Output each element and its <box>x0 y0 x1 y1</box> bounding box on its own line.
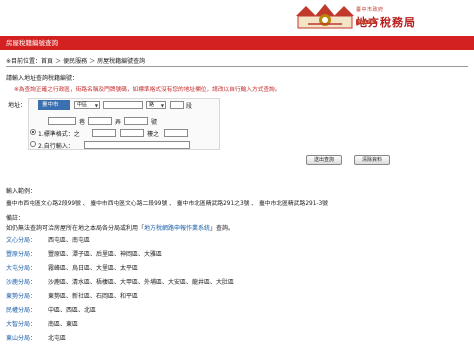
form-heading: 請輸入地址查詢稅籍編號： <box>6 75 79 82</box>
office-areas: 霧峰區、烏日區、大里區、太平區 <box>48 265 139 272</box>
bureau-small-label: 臺中市政府 <box>356 7 384 13</box>
office-areas: 北屯區 <box>48 335 67 342</box>
breadcrumb: ※目前位置：首頁＞便民服務＞房屋稅籍編號查詢 <box>6 58 146 65</box>
bureau-en: T C L T B <box>356 20 376 24</box>
floor-sub-input[interactable] <box>164 129 188 137</box>
office-areas: 豐原區、潭子區、后里區、神岡區、大雅區 <box>48 251 163 258</box>
office-name[interactable]: 豐原分局： <box>6 249 36 258</box>
tax-system-link[interactable]: 地方稅網路申報作業系統 <box>144 225 210 232</box>
office-name[interactable]: 東山分局： <box>6 333 36 342</box>
remarks-after: 」查詢。 <box>210 225 235 232</box>
alley-suffix: 弄 <box>115 119 122 126</box>
alley-input[interactable] <box>88 117 112 125</box>
sub-number-input[interactable] <box>92 129 116 137</box>
free-input-radio[interactable] <box>30 141 36 147</box>
address-label: 地址： <box>8 102 27 109</box>
standard-format-radio[interactable] <box>30 129 36 135</box>
floor-suffix: 樓之 <box>147 131 160 138</box>
office-name[interactable]: 大智分局： <box>6 319 36 328</box>
office-areas: 東勢區、新社區、石岡區、和平區 <box>48 293 139 300</box>
office-name[interactable]: 民權分局： <box>6 305 36 314</box>
section-suffix: 段 <box>186 103 193 110</box>
form-note: ※為查詢正確之行政區，街路名稱及門牌號碼，如標準格式沒有您的地址欄位，請改以自行… <box>14 87 281 93</box>
clear-button[interactable]: 清除資料 <box>354 155 390 165</box>
bureau-logo-icon <box>296 4 354 29</box>
office-name[interactable]: 東勢分局： <box>6 291 36 300</box>
number-input[interactable] <box>124 117 148 125</box>
lane-suffix: 巷 <box>79 119 86 126</box>
remarks-before: 如仍無法查詢可洽房屋所在地之本局各分局或利用「 <box>6 225 145 232</box>
free-input-label: 2.自行輸入： <box>38 143 74 150</box>
bureau-title[interactable]: 臺中市政府 地方稅務局 T C L T B <box>356 6 416 30</box>
site-header: 臺中市政府 地方稅務局 T C L T B <box>0 0 474 32</box>
breadcrumb-item-services[interactable]: 便民服務 <box>63 58 87 65</box>
chevron-down-icon: ▼ <box>160 103 164 108</box>
chevron-down-icon: ▼ <box>94 103 98 108</box>
standard-format-label: 1.標準格式：之 <box>38 131 80 138</box>
section-input[interactable] <box>170 101 184 109</box>
office-name[interactable]: 文心分局： <box>6 235 36 244</box>
search-button[interactable]: 送出查詢 <box>306 155 342 165</box>
remarks-text: 如仍無法查詢可洽房屋所在地之本局各分局或利用「地方稅網路申報作業系統」查詢。 <box>6 223 234 232</box>
office-name[interactable]: 沙鹿分局： <box>6 277 36 286</box>
road-input[interactable] <box>103 101 143 109</box>
page-title: 房屋稅籍編號查詢 <box>6 39 58 47</box>
free-address-input[interactable] <box>84 141 190 149</box>
examples-text: 臺中市西屯區文心路2段99號 、 臺中市西屯區文心路二段99號 、 臺中市北區精… <box>6 201 328 207</box>
number-suffix: 號 <box>151 119 158 126</box>
breadcrumb-divider <box>6 66 468 67</box>
city-label: 臺中市 <box>38 100 70 110</box>
office-name[interactable]: 大屯分局： <box>6 263 36 272</box>
road-suffix-select[interactable]: 路 ▼ <box>146 101 166 109</box>
office-areas: 西屯區、南屯區 <box>48 237 91 244</box>
breadcrumb-prefix: ※目前位置： <box>6 58 42 65</box>
breadcrumb-item-current: 房屋稅籍編號查詢 <box>97 58 146 65</box>
district-select[interactable]: 中區 ▼ <box>74 101 100 109</box>
page-title-bar: 房屋稅籍編號查詢 <box>0 36 474 50</box>
office-areas: 沙鹿區、清水區、梧棲區、大甲區、外埔區、大安區、龍井區、大肚區 <box>48 279 235 286</box>
remarks-heading: 備註： <box>6 215 25 222</box>
office-areas: 南區、東區 <box>48 321 79 328</box>
examples-heading: 輸入範例： <box>6 188 37 195</box>
floor-input[interactable] <box>120 129 144 137</box>
breadcrumb-item-home[interactable]: 首頁 <box>41 58 53 65</box>
district-value: 中區 <box>77 102 88 108</box>
office-areas: 中區、西區、北區 <box>48 307 97 314</box>
lane-input[interactable] <box>48 117 76 125</box>
road-suffix-value: 路 <box>149 102 155 108</box>
